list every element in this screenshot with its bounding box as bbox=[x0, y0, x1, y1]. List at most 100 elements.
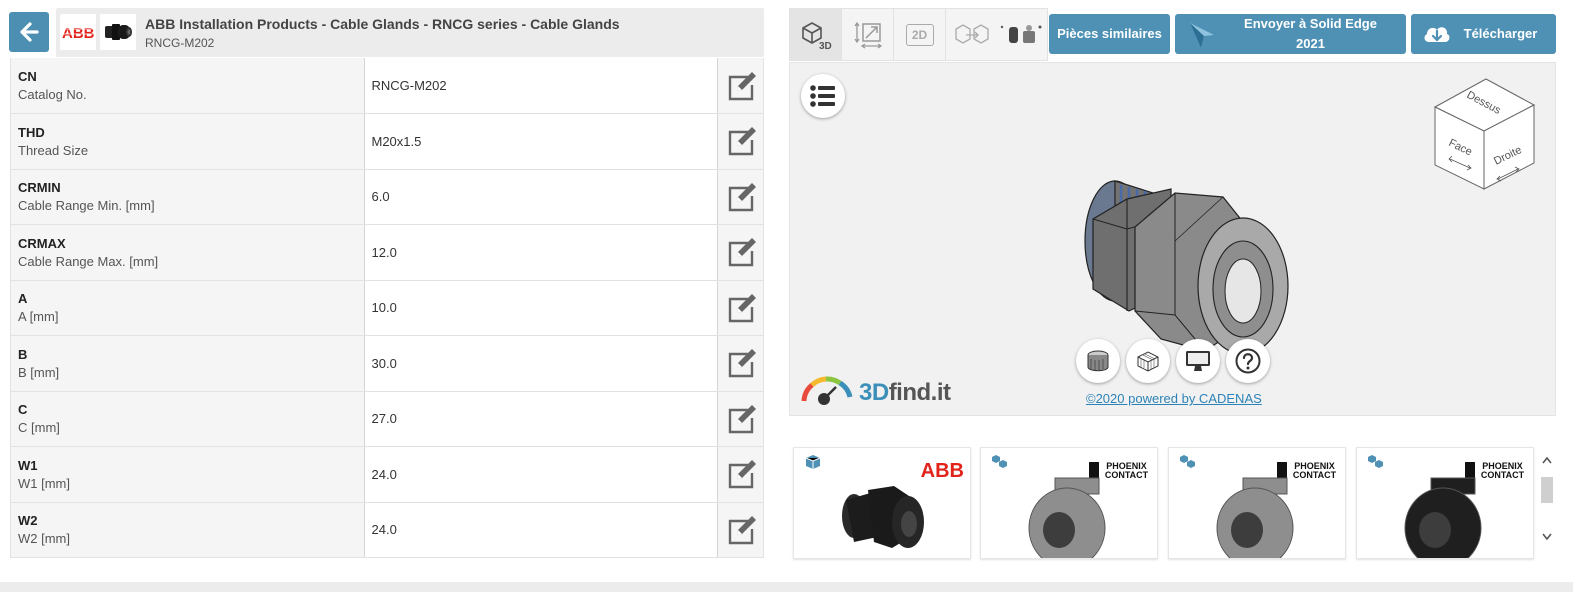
3d-viewer[interactable]: Dessus Face Droite 3Dfind.it ©2020 power… bbox=[789, 62, 1556, 416]
property-code: B bbox=[18, 346, 28, 362]
3dfind-logo[interactable]: 3Dfind.it bbox=[859, 379, 951, 407]
viewer-toolbar: 3D 2D bbox=[789, 8, 1048, 61]
property-label-cell: W2 W2 [mm] bbox=[10, 502, 365, 558]
edit-property-button[interactable] bbox=[723, 512, 759, 548]
edit-property-button[interactable] bbox=[723, 68, 759, 104]
part-image bbox=[1404, 477, 1482, 558]
property-row: A A [mm] 10.0 bbox=[10, 280, 764, 336]
edit-property-button[interactable] bbox=[723, 234, 759, 270]
help-icon bbox=[1235, 348, 1261, 374]
edit-icon bbox=[728, 71, 756, 100]
svg-text:3D: 3D bbox=[819, 41, 832, 51]
scroll-thumb bbox=[1541, 477, 1553, 503]
property-row: CRMIN Cable Range Min. [mm] 6.0 bbox=[10, 169, 764, 225]
tab-2d-label: 2D bbox=[905, 23, 934, 46]
property-value: RNCG-M202 bbox=[364, 58, 718, 114]
property-name: A [mm] bbox=[18, 309, 59, 325]
bottom-bar bbox=[0, 582, 1573, 592]
product-header: ABB ABB Installation Products - Cable Gl… bbox=[56, 8, 764, 57]
edit-icon bbox=[728, 127, 756, 156]
3dfind-logo-part-b: find.it bbox=[888, 379, 951, 406]
property-row: W2 W2 [mm] 24.0 bbox=[10, 502, 764, 558]
edit-property-button[interactable] bbox=[723, 290, 759, 326]
svg-text:ABB: ABB bbox=[62, 25, 95, 40]
help-button[interactable] bbox=[1226, 339, 1270, 383]
edit-cell bbox=[717, 446, 764, 503]
render-solid-button[interactable] bbox=[1076, 339, 1120, 383]
edit-cell bbox=[717, 335, 764, 392]
edit-cell bbox=[717, 58, 764, 114]
edit-property-button[interactable] bbox=[723, 345, 759, 381]
property-name: B [mm] bbox=[18, 364, 60, 380]
list-icon bbox=[810, 85, 835, 107]
edit-icon bbox=[728, 515, 756, 544]
property-code: CRMAX bbox=[18, 235, 66, 251]
property-value: 27.0 bbox=[364, 391, 718, 447]
cadenas-copyright-link[interactable]: ©2020 powered by CADENAS bbox=[1086, 391, 1262, 406]
property-row: C C [mm] 27.0 bbox=[10, 391, 764, 447]
tab-dimensions[interactable] bbox=[842, 9, 894, 60]
property-label-cell: B B [mm] bbox=[10, 335, 365, 392]
3dfind-gauge-icon bbox=[801, 376, 853, 405]
edit-icon bbox=[728, 460, 756, 489]
abb-logo-mark: ABB bbox=[61, 25, 95, 40]
back-button[interactable] bbox=[9, 12, 49, 52]
property-code: W1 bbox=[18, 457, 38, 473]
property-label-cell: C C [mm] bbox=[10, 391, 365, 447]
measure-icon bbox=[853, 21, 882, 49]
edit-icon bbox=[728, 182, 756, 211]
property-row: THD Thread Size M20x1.5 bbox=[10, 113, 764, 170]
property-row: W1 W1 [mm] 24.0 bbox=[10, 446, 764, 503]
property-name: Cable Range Min. [mm] bbox=[18, 198, 155, 214]
view-cube[interactable]: Dessus Face Droite bbox=[1430, 73, 1538, 193]
edit-cell bbox=[717, 224, 764, 281]
abb-logo: ABB bbox=[60, 14, 96, 50]
edit-property-button[interactable] bbox=[723, 123, 759, 159]
tab-3d[interactable]: 3D bbox=[790, 9, 842, 60]
arrow-left-icon bbox=[20, 22, 39, 42]
tab-2d[interactable]: 2D bbox=[894, 9, 946, 60]
property-value: 30.0 bbox=[364, 335, 718, 392]
similar-parts-button[interactable]: Pièces similaires bbox=[1049, 14, 1170, 54]
edit-icon bbox=[728, 404, 756, 433]
edit-icon bbox=[728, 293, 756, 322]
edit-cell bbox=[717, 502, 764, 558]
monitor-icon bbox=[1186, 351, 1210, 371]
property-value: 6.0 bbox=[364, 169, 718, 225]
property-code: W2 bbox=[18, 513, 38, 529]
part-image bbox=[842, 486, 924, 548]
edit-property-button[interactable] bbox=[723, 179, 759, 215]
display-settings-button[interactable] bbox=[1176, 339, 1220, 383]
property-label-cell: CRMAX Cable Range Max. [mm] bbox=[10, 224, 365, 281]
cable-gland-3d-model[interactable] bbox=[1075, 171, 1290, 356]
carousel-scrollbar[interactable] bbox=[1540, 442, 1554, 559]
similar-part-card[interactable]: PHOENIX CONTACT bbox=[1168, 447, 1346, 559]
property-label-cell: A A [mm] bbox=[10, 280, 365, 336]
property-name: C [mm] bbox=[18, 420, 60, 436]
tab-compare[interactable] bbox=[946, 9, 1047, 60]
send-to-solid-edge-button[interactable]: Envoyer à Solid Edge 2021 bbox=[1175, 14, 1406, 54]
solid-render-icon bbox=[1087, 350, 1109, 372]
property-name: Thread Size bbox=[18, 142, 89, 158]
send-label-line1: Envoyer à Solid Edge bbox=[1244, 16, 1377, 31]
wireframe-icon bbox=[1137, 351, 1159, 372]
page-title: ABB Installation Products - Cable Glands… bbox=[145, 16, 620, 32]
download-button[interactable]: Télécharger bbox=[1411, 14, 1556, 54]
property-value: M20x1.5 bbox=[364, 113, 718, 170]
property-code: A bbox=[18, 291, 28, 307]
3d-model-icon bbox=[805, 455, 821, 469]
similar-part-card[interactable]: PHOENIX CONTACT bbox=[1356, 447, 1534, 559]
cube-3d-icon: 3D bbox=[801, 21, 832, 51]
property-label-cell: CRMIN Cable Range Min. [mm] bbox=[10, 169, 365, 225]
viewer-menu-button[interactable] bbox=[801, 74, 845, 118]
edit-property-button[interactable] bbox=[723, 456, 759, 492]
part-image bbox=[1028, 477, 1106, 558]
3dfind-logo-part-a: 3D bbox=[859, 379, 889, 406]
render-wireframe-button[interactable] bbox=[1126, 339, 1170, 383]
scroll-up-icon bbox=[1542, 456, 1552, 464]
3d-model-icon bbox=[1368, 455, 1383, 468]
edit-property-button[interactable] bbox=[723, 401, 759, 437]
similar-part-card[interactable]: ABB bbox=[793, 447, 971, 559]
similar-part-card[interactable]: PHOENIX CONTACT bbox=[980, 447, 1158, 559]
page-subtitle: RNCG-M202 bbox=[145, 36, 215, 50]
